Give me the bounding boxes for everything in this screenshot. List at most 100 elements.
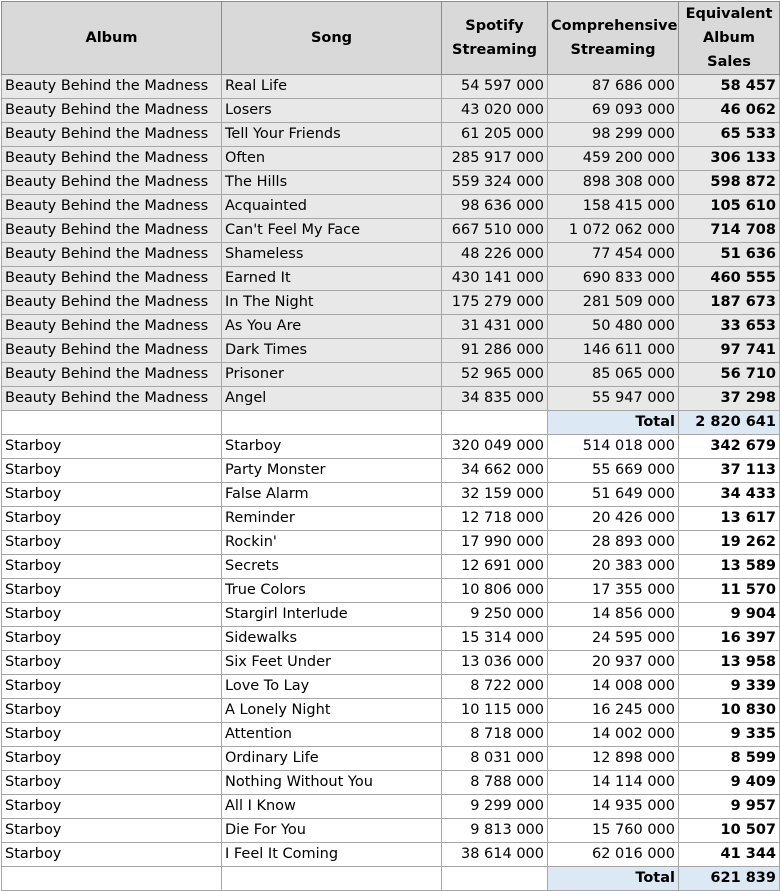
spotify-streaming-cell: 31 431 000: [441, 314, 548, 339]
album-cell: Starboy: [1, 554, 222, 579]
comprehensive-streaming-cell: 20 426 000: [547, 506, 679, 531]
spotify-streaming-cell: 8 788 000: [441, 770, 548, 795]
empty-cell: [441, 410, 548, 435]
equivalent-sales-cell: 9 335: [678, 722, 780, 747]
equivalent-sales-cell: 8 599: [678, 746, 780, 771]
album-cell: Starboy: [1, 770, 222, 795]
comprehensive-streaming-cell: 690 833 000: [547, 266, 679, 291]
equivalent-sales-cell: 11 570: [678, 578, 780, 603]
total-row: Total 621 839: [1, 866, 780, 891]
equivalent-sales-cell: 598 872: [678, 170, 780, 195]
table-row: Starboy Rockin' 17 990 000 28 893 000 19 262: [1, 530, 780, 555]
comprehensive-streaming-cell: 14 114 000: [547, 770, 679, 795]
equivalent-sales-cell: 13 958: [678, 650, 780, 675]
comprehensive-streaming-cell: 24 595 000: [547, 626, 679, 651]
equivalent-sales-cell: 714 708: [678, 218, 780, 243]
album-cell: Beauty Behind the Madness: [1, 98, 222, 123]
comprehensive-streaming-cell: 1 072 062 000: [547, 218, 679, 243]
table-row: Starboy Party Monster 34 662 000 55 669 000…: [1, 458, 780, 483]
album-cell: Starboy: [1, 842, 222, 867]
spotify-streaming-cell: 285 917 000: [441, 146, 548, 171]
spotify-streaming-cell: 320 049 000: [441, 434, 548, 459]
equivalent-sales-cell: 9 409: [678, 770, 780, 795]
album-cell: Starboy: [1, 818, 222, 843]
spotify-streaming-cell: 98 636 000: [441, 194, 548, 219]
spotify-streaming-cell: 12 691 000: [441, 554, 548, 579]
empty-cell: [221, 866, 442, 891]
song-cell: Can't Feel My Face: [221, 218, 442, 243]
header-equivalent-album-sales: Equivalent Album Sales: [678, 1, 780, 75]
song-cell: All I Know: [221, 794, 442, 819]
spotify-streaming-cell: 9 813 000: [441, 818, 548, 843]
comprehensive-streaming-cell: 98 299 000: [547, 122, 679, 147]
equivalent-sales-cell: 97 741: [678, 338, 780, 363]
comprehensive-streaming-cell: 514 018 000: [547, 434, 679, 459]
header-row: Album Song Spotify Streaming Comprehensi…: [1, 1, 780, 75]
equivalent-sales-cell: 46 062: [678, 98, 780, 123]
song-cell: The Hills: [221, 170, 442, 195]
equivalent-sales-cell: 19 262: [678, 530, 780, 555]
table-row: Starboy All I Know 9 299 000 14 935 000 9 95…: [1, 794, 780, 819]
table-row: Beauty Behind the Madness Earned It 430 14…: [1, 266, 780, 291]
song-cell: Die For You: [221, 818, 442, 843]
equivalent-sales-cell: 58 457: [678, 74, 780, 99]
song-cell: Shameless: [221, 242, 442, 267]
equivalent-sales-cell: 41 344: [678, 842, 780, 867]
table-row: Starboy Nothing Without You 8 788 000 14 11…: [1, 770, 780, 795]
table-row: Beauty Behind the Madness Often 285 917 00…: [1, 146, 780, 171]
spotify-streaming-cell: 43 020 000: [441, 98, 548, 123]
table-header: Album Song Spotify Streaming Comprehensi…: [1, 1, 780, 75]
header-spotify-streaming: Spotify Streaming: [441, 1, 548, 75]
spotify-streaming-cell: 667 510 000: [441, 218, 548, 243]
table-row: Beauty Behind the Madness Shameless 48 226…: [1, 242, 780, 267]
total-label: Total: [547, 866, 679, 891]
album-cell: Starboy: [1, 602, 222, 627]
comprehensive-streaming-cell: 50 480 000: [547, 314, 679, 339]
equivalent-sales-cell: 51 636: [678, 242, 780, 267]
equivalent-sales-cell: 65 533: [678, 122, 780, 147]
spotify-streaming-cell: 8 722 000: [441, 674, 548, 699]
spotify-streaming-cell: 10 806 000: [441, 578, 548, 603]
spotify-streaming-cell: 559 324 000: [441, 170, 548, 195]
song-cell: Six Feet Under: [221, 650, 442, 675]
table-row: Starboy Die For You 9 813 000 15 760 000 10 …: [1, 818, 780, 843]
equivalent-sales-cell: 34 433: [678, 482, 780, 507]
song-cell: In The Night: [221, 290, 442, 315]
equivalent-sales-cell: 37 298: [678, 386, 780, 411]
spotify-streaming-cell: 61 205 000: [441, 122, 548, 147]
album-sales-table: Album Song Spotify Streaming Comprehensi…: [1, 1, 780, 891]
table-row: Beauty Behind the Madness Tell Your Frien…: [1, 122, 780, 147]
album-cell: Starboy: [1, 578, 222, 603]
album-cell: Beauty Behind the Madness: [1, 266, 222, 291]
equivalent-sales-cell: 342 679: [678, 434, 780, 459]
spotify-streaming-cell: 52 965 000: [441, 362, 548, 387]
album-cell: Beauty Behind the Madness: [1, 170, 222, 195]
song-cell: False Alarm: [221, 482, 442, 507]
equivalent-sales-cell: 10 507: [678, 818, 780, 843]
comprehensive-streaming-cell: 12 898 000: [547, 746, 679, 771]
song-cell: Angel: [221, 386, 442, 411]
comprehensive-streaming-cell: 17 355 000: [547, 578, 679, 603]
album-cell: Beauty Behind the Madness: [1, 290, 222, 315]
spotify-streaming-cell: 12 718 000: [441, 506, 548, 531]
total-label: Total: [547, 410, 679, 435]
album-cell: Starboy: [1, 530, 222, 555]
spotify-streaming-cell: 430 141 000: [441, 266, 548, 291]
empty-cell: [441, 866, 548, 891]
table-row: Starboy Starboy 320 049 000 514 018 000 342 …: [1, 434, 780, 459]
song-cell: Nothing Without You: [221, 770, 442, 795]
song-cell: I Feel It Coming: [221, 842, 442, 867]
equivalent-sales-cell: 306 133: [678, 146, 780, 171]
table-row: Starboy Sidewalks 15 314 000 24 595 000 16 3…: [1, 626, 780, 651]
comprehensive-streaming-cell: 281 509 000: [547, 290, 679, 315]
equivalent-sales-cell: 13 617: [678, 506, 780, 531]
comprehensive-streaming-cell: 85 065 000: [547, 362, 679, 387]
comprehensive-streaming-cell: 55 947 000: [547, 386, 679, 411]
table-row: Starboy Ordinary Life 8 031 000 12 898 000 8…: [1, 746, 780, 771]
spotify-streaming-cell: 15 314 000: [441, 626, 548, 651]
album-cell: Starboy: [1, 722, 222, 747]
table-row: Beauty Behind the Madness Acquainted 98 63…: [1, 194, 780, 219]
comprehensive-streaming-cell: 62 016 000: [547, 842, 679, 867]
comprehensive-streaming-cell: 16 245 000: [547, 698, 679, 723]
equivalent-sales-cell: 56 710: [678, 362, 780, 387]
